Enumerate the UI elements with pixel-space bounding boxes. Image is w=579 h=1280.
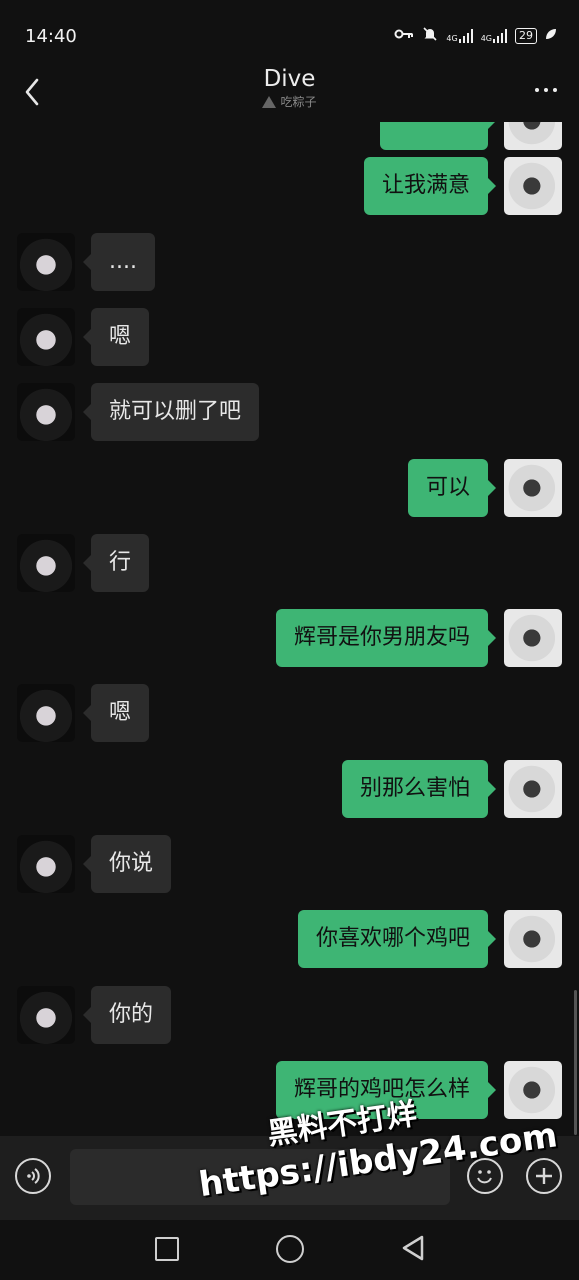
nav-back-button[interactable] — [400, 1234, 426, 1266]
leaf-icon — [545, 28, 557, 44]
message-bubble-sent[interactable]: 让我满意 — [363, 157, 497, 215]
recents-button[interactable] — [155, 1237, 179, 1261]
avatar-self[interactable] — [504, 609, 562, 667]
triangle-back-icon — [402, 1235, 424, 1261]
chat-title[interactable]: Dive — [0, 66, 579, 92]
voice-button[interactable] — [15, 1158, 51, 1194]
avatar-self[interactable] — [504, 157, 562, 215]
avatar-self[interactable] — [504, 760, 562, 818]
plus-button[interactable] — [526, 1158, 562, 1194]
message-row: 你的 — [0, 986, 579, 1046]
message-bubble-sent[interactable]: 可以 — [407, 459, 497, 517]
voice-icon — [27, 1168, 40, 1184]
message-row — [0, 122, 579, 152]
message-row: 嗯 — [0, 684, 579, 744]
message-bubble-received[interactable]: 行 — [82, 534, 150, 592]
avatar-self[interactable] — [504, 1061, 562, 1119]
avatar-contact[interactable] — [17, 233, 75, 291]
more-button[interactable] — [535, 88, 557, 92]
message-row: .... — [0, 233, 579, 293]
avatar-contact[interactable] — [17, 986, 75, 1044]
message-bubble-received[interactable]: .... — [83, 233, 155, 291]
message-bubble-sent[interactable]: 你喜欢哪个鸡吧 — [297, 910, 497, 968]
key-icon — [394, 28, 414, 44]
avatar-self[interactable] — [504, 459, 562, 517]
status-icons: 4G 4G 29 — [394, 26, 557, 46]
message-bubble-received[interactable]: 就可以删了吧 — [82, 383, 260, 441]
avatar-self[interactable] — [504, 122, 562, 150]
message-row: 行 — [0, 534, 579, 594]
message-row: 你说 — [0, 835, 579, 895]
message-bubble-sent[interactable]: 别那么害怕 — [341, 760, 497, 818]
message-bubble-sent[interactable]: 辉哥是你男朋友吗 — [275, 609, 497, 667]
avatar-contact[interactable] — [17, 308, 75, 366]
avatar-contact[interactable] — [17, 383, 75, 441]
bell-off-icon — [422, 26, 438, 46]
system-nav-bar — [0, 1220, 579, 1280]
network-label-2: 4G — [480, 34, 492, 43]
message-bubble-sent[interactable]: 辉哥的鸡吧怎么样 — [275, 1061, 497, 1119]
message-row: 别那么害怕 — [0, 760, 579, 820]
signal-icon-1: 4G — [446, 29, 473, 43]
avatar-contact[interactable] — [17, 835, 75, 893]
message-row: 你喜欢哪个鸡吧 — [0, 910, 579, 970]
avatar-self[interactable] — [504, 910, 562, 968]
message-row: 让我满意 — [0, 157, 579, 217]
chat-header: Dive 吃粽子 — [0, 60, 579, 122]
status-time: 14:40 — [25, 26, 77, 47]
message-bubble-sent[interactable] — [380, 122, 496, 150]
message-row: 就可以删了吧 — [0, 383, 579, 443]
network-label-1: 4G — [446, 34, 458, 43]
avatar-contact[interactable] — [17, 534, 75, 592]
emoji-icon — [477, 1170, 492, 1184]
signal-icon-2: 4G — [481, 29, 507, 43]
message-bubble-received[interactable]: 嗯 — [82, 684, 150, 742]
more-dots-icon — [535, 88, 539, 92]
plus-icon — [536, 1168, 552, 1184]
message-bubble-received[interactable]: 你的 — [82, 986, 172, 1044]
emoji-button[interactable] — [467, 1158, 503, 1194]
message-bubble-received[interactable]: 嗯 — [82, 308, 150, 366]
message-list[interactable]: 让我满意 .... 嗯 就可以删了吧 可以 行 辉哥是你男朋友吗 嗯 别那么害怕… — [0, 122, 579, 1136]
message-row: 辉哥的鸡吧怎么样 — [0, 1061, 579, 1121]
scrollbar[interactable] — [574, 990, 577, 1135]
message-bubble-received[interactable]: 你说 — [82, 835, 172, 893]
message-row: 辉哥是你男朋友吗 — [0, 609, 579, 669]
message-row: 可以 — [0, 459, 579, 519]
input-bar — [0, 1136, 579, 1220]
message-row: 嗯 — [0, 308, 579, 368]
title-wrap: Dive 吃粽子 — [0, 66, 579, 110]
home-button[interactable] — [276, 1235, 304, 1263]
battery-icon: 29 — [515, 28, 537, 44]
chat-subtitle: 吃粽子 — [0, 93, 579, 110]
status-icon — [262, 95, 277, 108]
chat-subtitle-text: 吃粽子 — [280, 95, 317, 109]
avatar-contact[interactable] — [17, 684, 75, 742]
message-input[interactable] — [70, 1149, 450, 1205]
